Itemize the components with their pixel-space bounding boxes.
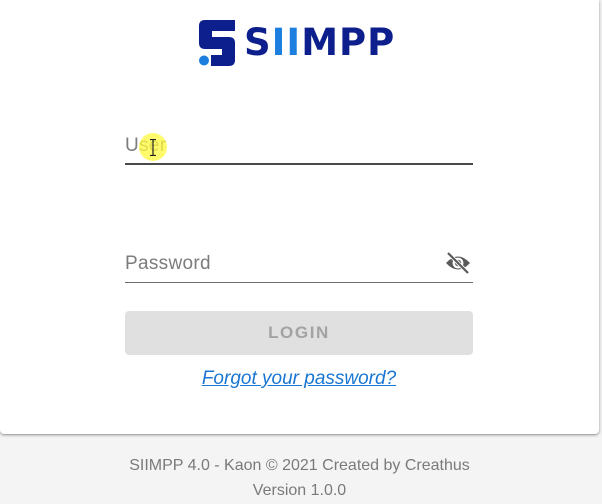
s-logo-icon [199,20,235,66]
login-card: SIIMPP User Password LOGIN Forgot your p… [0,0,599,434]
logo-text-primary: S [244,21,272,64]
text-cursor-icon [150,139,156,156]
password-input[interactable]: Password [125,253,211,275]
app-logo: SIIMPP [199,20,395,66]
eye-off-icon[interactable] [444,251,472,275]
logo-text-accent: II [271,21,302,64]
footer-version: Version 1.0.0 [252,482,347,499]
app-logo-text: SIIMPP [244,20,395,66]
logo-text-tail: MPP [301,21,396,64]
user-field[interactable]: User [125,128,473,165]
login-button[interactable]: LOGIN [125,311,473,355]
forgot-password-link[interactable]: Forgot your password? [125,368,473,390]
password-field[interactable]: Password [125,246,473,283]
footer-credits: SIIMPP 4.0 - Kaon © 2021 Created by Crea… [129,457,470,474]
